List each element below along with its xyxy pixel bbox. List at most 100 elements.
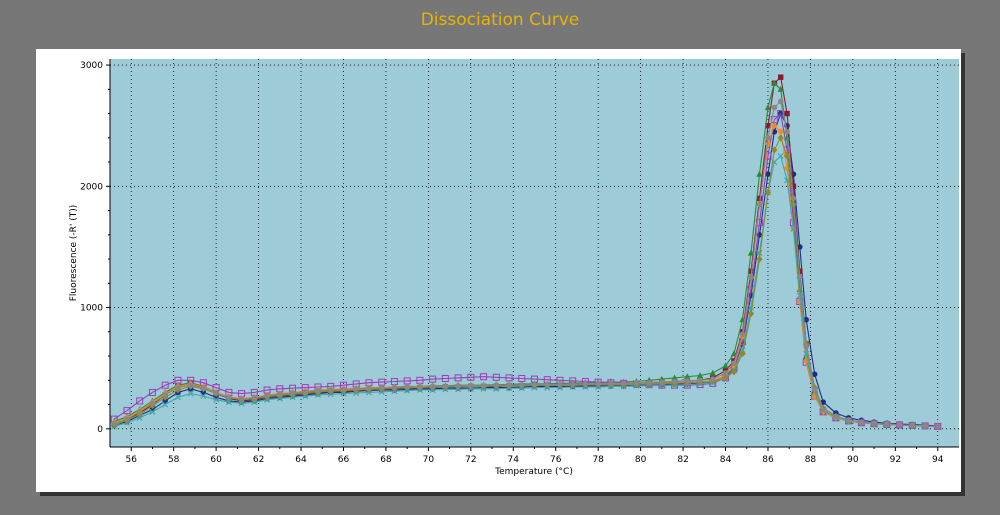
data-point xyxy=(934,423,941,430)
data-point xyxy=(608,380,614,387)
data-point xyxy=(671,378,678,385)
data-point xyxy=(595,381,601,387)
data-point xyxy=(200,385,207,391)
data-point xyxy=(136,409,143,415)
data-point xyxy=(569,381,576,387)
data-point xyxy=(468,382,474,389)
data-point xyxy=(771,104,778,111)
x-tick-label: 80 xyxy=(635,455,647,465)
data-point xyxy=(909,422,916,429)
x-tick-label: 56 xyxy=(125,455,137,465)
x-tick-label: 60 xyxy=(210,455,222,465)
x-tick-label: 94 xyxy=(932,455,944,465)
data-point xyxy=(803,343,809,350)
x-tick-label: 76 xyxy=(550,455,562,465)
data-point xyxy=(731,360,737,367)
data-point xyxy=(778,74,784,80)
data-point xyxy=(213,390,219,396)
data-point xyxy=(557,381,563,388)
data-point xyxy=(124,416,130,422)
data-point xyxy=(633,379,640,386)
data-point xyxy=(884,421,890,428)
data-point xyxy=(493,382,500,388)
data-point xyxy=(896,422,903,428)
data-point xyxy=(646,379,652,386)
data-point xyxy=(784,110,790,117)
x-tick-label: 78 xyxy=(592,455,604,465)
data-point xyxy=(709,376,716,382)
data-point xyxy=(544,381,551,388)
data-point xyxy=(858,419,865,425)
data-point xyxy=(777,98,784,105)
data-point xyxy=(455,382,461,389)
data-point xyxy=(518,382,525,388)
x-tick-label: 68 xyxy=(380,455,392,465)
data-point xyxy=(111,421,118,427)
data-point xyxy=(480,382,487,389)
data-point xyxy=(797,274,803,281)
data-point xyxy=(765,135,771,141)
x-tick-label: 66 xyxy=(338,455,350,465)
data-point xyxy=(277,391,283,398)
data-point xyxy=(442,383,449,390)
data-point xyxy=(238,396,245,402)
x-tick-label: 74 xyxy=(508,455,520,465)
data-point xyxy=(922,423,928,429)
data-point xyxy=(417,384,423,390)
data-point xyxy=(404,384,410,390)
data-point xyxy=(739,331,746,338)
data-point xyxy=(659,379,665,385)
data-point xyxy=(226,394,232,401)
y-tick-label: 2000 xyxy=(80,182,103,192)
x-axis-label: Temperature (°C) xyxy=(494,467,573,477)
x-tick-label: 90 xyxy=(847,455,859,465)
data-point xyxy=(871,420,877,427)
data-point xyxy=(353,386,360,392)
data-point xyxy=(684,378,691,384)
data-point xyxy=(264,392,270,399)
data-point xyxy=(506,382,512,388)
data-point xyxy=(175,384,181,391)
data-point xyxy=(784,128,790,135)
data-point xyxy=(845,417,852,424)
data-point xyxy=(302,389,309,395)
x-tick-label: 92 xyxy=(890,455,901,465)
x-tick-label: 58 xyxy=(168,455,180,465)
data-point xyxy=(429,383,436,390)
data-point xyxy=(327,387,334,393)
data-point xyxy=(391,384,398,391)
data-point xyxy=(748,274,754,281)
data-point xyxy=(340,386,347,393)
data-point xyxy=(315,387,321,394)
data-point xyxy=(697,377,703,384)
chart-frame: 56 58 60 62 64 66 68 70 72 74 76 78 80 82 84 86 88 90 92 94… xyxy=(36,49,961,492)
y-axis-label: Fluorescence (-R' (T)) xyxy=(69,205,79,302)
data-point xyxy=(366,385,372,391)
data-point xyxy=(790,195,797,202)
data-point xyxy=(811,387,818,393)
data-point xyxy=(833,413,839,420)
data-point xyxy=(162,392,168,398)
x-tick-label: 82 xyxy=(677,455,688,465)
data-point xyxy=(756,201,763,208)
y-tick-label: 1000 xyxy=(80,304,103,314)
x-tick-label: 64 xyxy=(295,455,307,465)
y-tick-label: 3000 xyxy=(80,61,103,71)
x-tick-label: 72 xyxy=(465,455,476,465)
x-tick-label: 70 xyxy=(423,455,435,465)
data-point xyxy=(289,390,296,396)
y-tick-label: 0 xyxy=(97,425,103,435)
data-point xyxy=(820,406,826,413)
x-tick-label: 88 xyxy=(805,455,817,465)
data-point xyxy=(187,382,194,388)
x-tick-label: 62 xyxy=(253,455,264,465)
data-point xyxy=(582,381,589,387)
data-point xyxy=(531,381,538,388)
data-point xyxy=(378,384,385,391)
x-tick-label: 86 xyxy=(762,455,774,465)
data-point xyxy=(149,400,156,407)
chart-svg: 56 58 60 62 64 66 68 70 72 74 76 78 80 82 84 86 88 90 92 94… xyxy=(69,59,959,477)
data-point xyxy=(251,395,258,401)
x-tick-label: 84 xyxy=(720,455,732,465)
page-title: Dissociation Curve xyxy=(420,10,580,30)
